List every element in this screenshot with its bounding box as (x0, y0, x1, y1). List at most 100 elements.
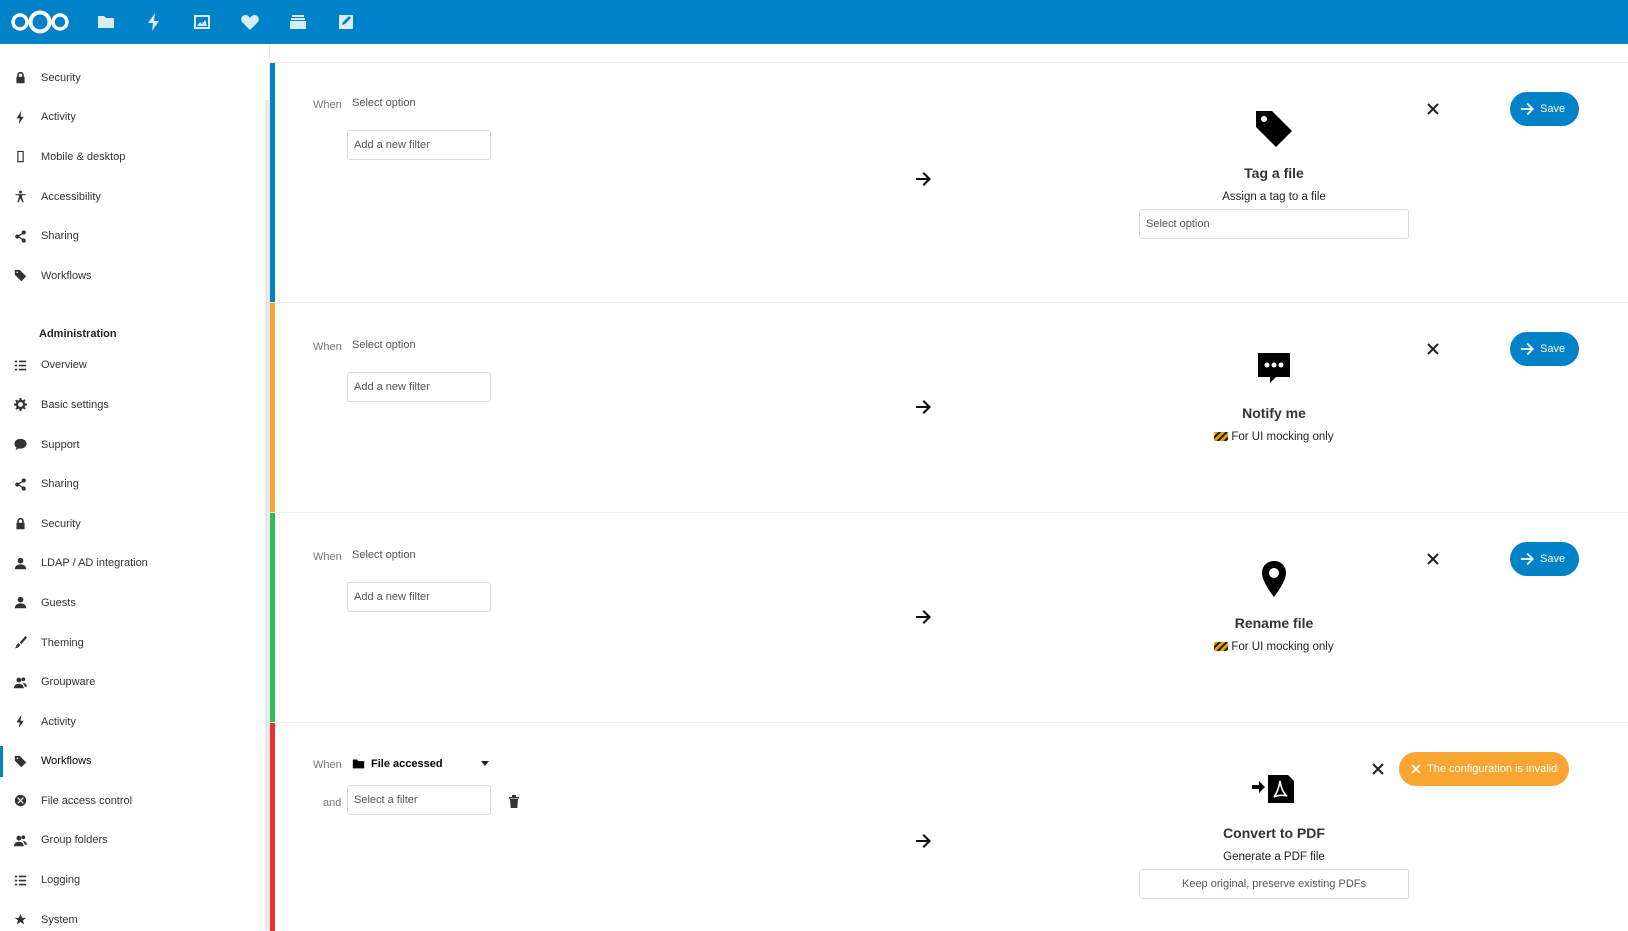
list-icon (13, 358, 27, 372)
select-filter-input[interactable]: Select a filter (347, 785, 491, 815)
trash-icon[interactable] (508, 795, 522, 809)
operation-description: Generate a PDF file (1223, 851, 1325, 863)
construction-icon (1214, 432, 1229, 441)
activity-icon[interactable] (130, 0, 178, 44)
sidebar-item-label: Group folders (41, 834, 108, 847)
add-filter-input[interactable]: Add a new filter (347, 372, 491, 402)
personal-settings-list: Security Activity Mobile & desktop Acces… (0, 58, 269, 296)
close-icon (1411, 764, 1421, 774)
close-icon[interactable] (1370, 761, 1386, 777)
sidebar-item-label: Overview (41, 359, 87, 372)
operation-tag-file: Tag a file Assign a tag to a file Select… (1124, 107, 1424, 239)
operation-description: Assign a tag to a file (1222, 191, 1326, 203)
sidebar-item-admin-security[interactable]: Security (0, 504, 269, 544)
sidebar-item-theming[interactable]: Theming (0, 623, 269, 663)
sidebar-item-overview[interactable]: Overview (0, 346, 269, 386)
favorites-icon[interactable] (226, 0, 274, 44)
event-select[interactable]: Select option (352, 97, 416, 109)
comment-icon (13, 438, 27, 452)
operation-description: For UI mocking only (1124, 641, 1424, 653)
photos-icon[interactable] (178, 0, 226, 44)
deck-icon[interactable] (274, 0, 322, 44)
sidebar-item-label: Support (41, 438, 80, 451)
arrow-right-icon (915, 399, 931, 415)
sidebar-item-accessibility[interactable]: Accessibility (0, 177, 269, 217)
sidebar-item-sharing[interactable]: Sharing (0, 216, 269, 256)
operation-rename-file: Rename file For UI mocking only (1124, 557, 1424, 659)
add-filter-input[interactable]: Add a new filter (347, 582, 491, 612)
operation-title: Notify me (1242, 405, 1306, 421)
notes-icon[interactable] (322, 0, 370, 44)
event-select[interactable]: Select option (352, 549, 416, 561)
sidebar-item-groupware[interactable]: Groupware (0, 662, 269, 702)
and-label: and (323, 797, 342, 809)
event-select[interactable]: Select option (352, 339, 416, 351)
files-icon[interactable] (82, 0, 130, 44)
sidebar-item-workflows[interactable]: Workflows (0, 256, 269, 296)
sidebar-item-guests[interactable]: Guests (0, 583, 269, 623)
close-icon[interactable] (1425, 551, 1441, 567)
lock-icon (13, 71, 27, 85)
close-icon[interactable] (1425, 101, 1441, 117)
save-button[interactable]: Save (1510, 542, 1580, 576)
save-label: Save (1540, 553, 1566, 565)
event-select[interactable]: File accessed (352, 757, 489, 770)
when-label: When (313, 551, 342, 563)
configuration-invalid-button[interactable]: The configuration is invalid (1399, 752, 1570, 786)
sidebar-item-label: Guests (41, 596, 76, 609)
notify-icon (1124, 347, 1424, 391)
sidebar-item-group-folders[interactable]: Group folders (0, 821, 269, 861)
arrow-right-icon (915, 833, 931, 849)
sidebar-item-label: Mobile & desktop (41, 150, 126, 163)
when-label: When (313, 99, 342, 111)
sidebar-item-basic-settings[interactable]: Basic settings (0, 385, 269, 425)
sidebar-item-mobile-desktop[interactable]: Mobile & desktop (0, 137, 269, 177)
close-icon[interactable] (1425, 341, 1441, 357)
gear-icon (13, 398, 27, 412)
phone-icon (13, 150, 27, 164)
arrow-right-icon (1520, 552, 1534, 566)
tag-select-input[interactable]: Select option (1139, 209, 1409, 239)
sidebar-item-admin-workflows[interactable]: Workflows (0, 742, 269, 782)
rule-color-bar (270, 513, 275, 722)
rule-color-bar (270, 723, 275, 931)
rule-color-bar (270, 63, 275, 302)
operation-title: Tag a file (1244, 165, 1304, 181)
rule-convert-pdf: When File accessed and Select a filter C… (270, 722, 1628, 931)
administration-heading: Administration (39, 327, 117, 340)
operation-title: Convert to PDF (1223, 825, 1325, 841)
pdf-mode-select[interactable]: Keep original, preserve existing PDFs (1139, 869, 1409, 899)
nextcloud-logo[interactable] (10, 7, 70, 37)
system-icon (13, 913, 27, 927)
sidebar-item-label: Security (41, 517, 81, 530)
sidebar-item-support[interactable]: Support (0, 425, 269, 465)
block-icon (13, 794, 27, 808)
sidebar-item-activity[interactable]: Activity (0, 98, 269, 138)
sidebar-item-file-access-control[interactable]: File access control (0, 781, 269, 821)
add-filter-input[interactable]: Add a new filter (347, 130, 491, 160)
flash-icon (13, 110, 27, 124)
rule-notify-me: When Select option Add a new filter Noti… (270, 302, 1628, 512)
sidebar-item-label: Accessibility (41, 190, 101, 203)
save-label: Save (1540, 103, 1566, 115)
sidebar-item-admin-sharing[interactable]: Sharing (0, 464, 269, 504)
construction-icon (1214, 642, 1229, 651)
flash-icon (13, 715, 27, 729)
save-button[interactable]: Save (1510, 332, 1580, 366)
arrow-right-icon (1520, 102, 1534, 116)
sidebar-item-admin-activity[interactable]: Activity (0, 702, 269, 742)
sidebar-item-label: File access control (41, 794, 133, 807)
arrow-right-icon (1520, 342, 1534, 356)
sidebar-item-label: Basic settings (41, 398, 109, 411)
arrow-right-icon (915, 609, 931, 625)
sidebar-item-logging[interactable]: Logging (0, 860, 269, 900)
sidebar-item-security[interactable]: Security (0, 58, 269, 98)
sidebar-item-ldap[interactable]: LDAP / AD integration (0, 544, 269, 584)
sidebar-item-label: Sharing (41, 230, 79, 243)
lock-icon (13, 517, 27, 531)
sidebar-item-label: Workflows (41, 269, 92, 282)
save-button[interactable]: Save (1510, 92, 1580, 126)
sidebar-item-system[interactable]: System (0, 900, 269, 931)
invalid-label: The configuration is invalid (1427, 763, 1558, 775)
save-label: Save (1540, 343, 1566, 355)
